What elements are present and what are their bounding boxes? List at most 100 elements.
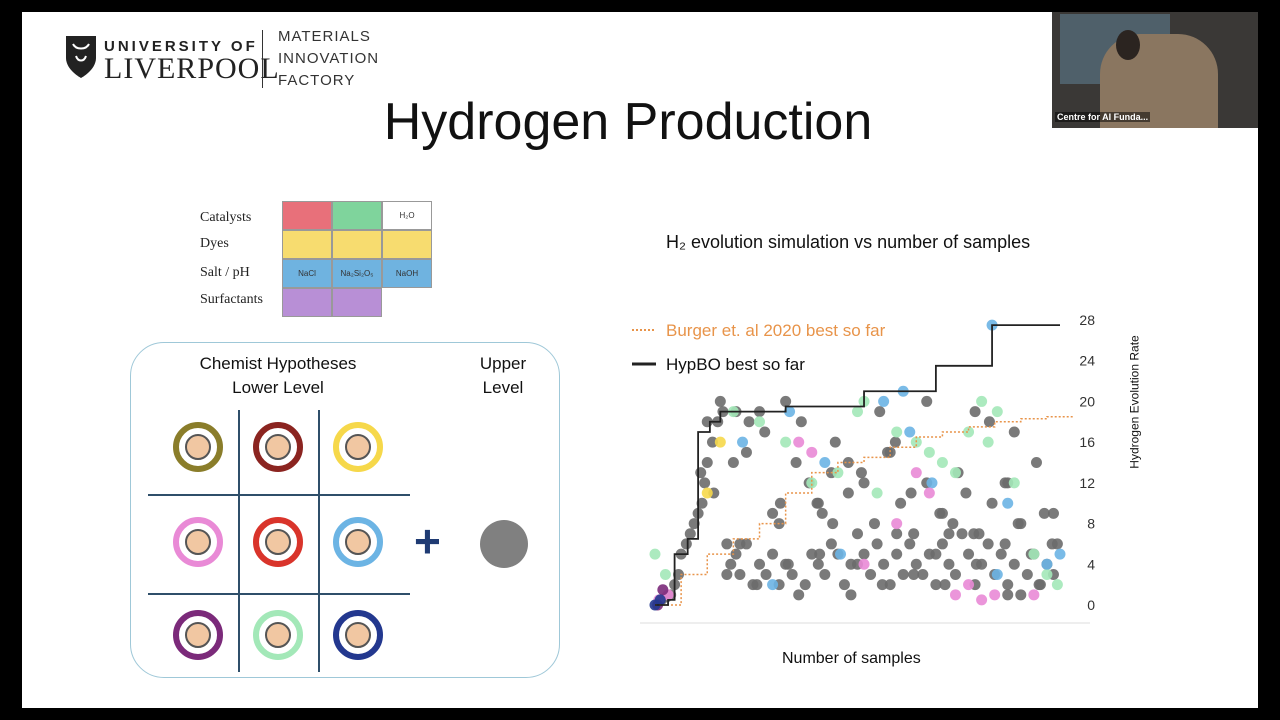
- material-cell: [332, 288, 382, 317]
- data-point: [858, 477, 870, 489]
- data-point: [727, 457, 739, 468]
- chemist-face-icon: [345, 622, 371, 648]
- data-point: [819, 568, 831, 580]
- data-point: [876, 579, 888, 591]
- data-point: [1041, 568, 1053, 580]
- data-point: [858, 548, 870, 560]
- data-point: [991, 568, 1003, 580]
- data-point: [878, 558, 890, 570]
- data-point: [657, 584, 669, 596]
- row-label-salt: Salt / pH: [200, 265, 250, 280]
- data-point: [1021, 568, 1033, 580]
- data-point: [852, 528, 863, 540]
- data-point: [1051, 579, 1063, 591]
- data-point: [926, 477, 938, 489]
- data-point: [825, 538, 837, 550]
- data-point: [986, 497, 998, 509]
- chemist-avatar: [253, 610, 303, 660]
- chemist-face-icon: [185, 529, 211, 555]
- chemist-face-icon: [265, 434, 291, 460]
- data-point: [904, 538, 916, 550]
- upper-heading-line1: Upper: [479, 354, 527, 373]
- university-shield-icon: [66, 36, 96, 78]
- material-cell: [332, 201, 382, 230]
- data-point: [1047, 507, 1059, 519]
- data-point: [1054, 548, 1066, 560]
- data-point: [982, 538, 994, 550]
- data-point: [889, 436, 901, 448]
- data-point: [767, 579, 779, 591]
- data-point: [737, 436, 749, 448]
- data-point: [743, 416, 755, 428]
- y-tick-label: 20: [1079, 393, 1095, 409]
- chemist-face-icon: [265, 622, 291, 648]
- y-tick-label: 8: [1087, 516, 1095, 532]
- data-point: [649, 548, 661, 560]
- data-point: [936, 457, 948, 468]
- data-point: [1008, 558, 1020, 570]
- legend-label: Burger et. al 2020 best so far: [666, 321, 886, 340]
- chemist-face-icon: [345, 434, 371, 460]
- data-point: [684, 528, 696, 540]
- data-point: [891, 518, 903, 530]
- data-point: [963, 426, 975, 438]
- data-point: [956, 528, 968, 540]
- data-point: [734, 568, 746, 580]
- data-point: [714, 436, 726, 448]
- data-point: [1030, 457, 1042, 468]
- data-point: [845, 589, 857, 601]
- grid-divider-h2: [148, 593, 410, 595]
- data-point: [782, 558, 794, 570]
- data-point: [895, 497, 907, 509]
- data-point: [852, 406, 863, 418]
- plus-icon: +: [414, 515, 441, 567]
- data-point: [970, 558, 982, 570]
- data-point: [786, 568, 798, 580]
- data-point: [1002, 497, 1014, 509]
- chemist-avatar: [333, 422, 383, 472]
- data-point: [923, 446, 935, 458]
- data-point: [947, 518, 959, 530]
- lower-heading-line2: Lower Level: [232, 378, 324, 397]
- chemist-avatar: [333, 517, 383, 567]
- data-point: [835, 548, 847, 560]
- y-tick-label: 12: [1079, 475, 1095, 491]
- y-tick-label: 0: [1087, 597, 1095, 613]
- data-point: [936, 507, 948, 519]
- material-cell: NaCl: [282, 259, 332, 288]
- data-point: [1028, 589, 1040, 601]
- chart-title: H₂ evolution simulation vs number of sam…: [666, 232, 1031, 252]
- data-point: [1002, 579, 1014, 591]
- chemist-avatar: [173, 517, 223, 567]
- data-point: [701, 487, 713, 499]
- data-point: [819, 457, 831, 468]
- data-point: [891, 528, 903, 540]
- data-point: [999, 538, 1011, 550]
- chemist-face-icon: [265, 529, 291, 555]
- data-point: [908, 528, 920, 540]
- data-point: [1033, 579, 1045, 591]
- y-tick-label: 16: [1079, 434, 1095, 450]
- data-point: [793, 436, 805, 448]
- material-cell: H₂O: [382, 201, 432, 230]
- data-point: [806, 446, 818, 458]
- chemist-avatar: [253, 422, 303, 472]
- y-tick-label: 28: [1079, 312, 1095, 328]
- y-tick-label: 4: [1087, 556, 1095, 572]
- chemist-face-icon: [185, 622, 211, 648]
- data-point: [795, 416, 807, 428]
- data-point: [910, 467, 922, 479]
- data-point: [1041, 558, 1053, 570]
- data-point: [930, 548, 942, 560]
- data-point: [908, 568, 920, 580]
- data-point: [701, 457, 713, 468]
- data-point: [721, 568, 733, 580]
- data-point: [816, 507, 828, 519]
- data-point: [963, 579, 975, 591]
- data-point: [780, 436, 792, 448]
- data-point: [910, 558, 922, 570]
- data-point: [943, 528, 955, 540]
- webcam-video[interactable]: [1052, 12, 1258, 128]
- data-point: [812, 558, 824, 570]
- data-point: [695, 467, 707, 479]
